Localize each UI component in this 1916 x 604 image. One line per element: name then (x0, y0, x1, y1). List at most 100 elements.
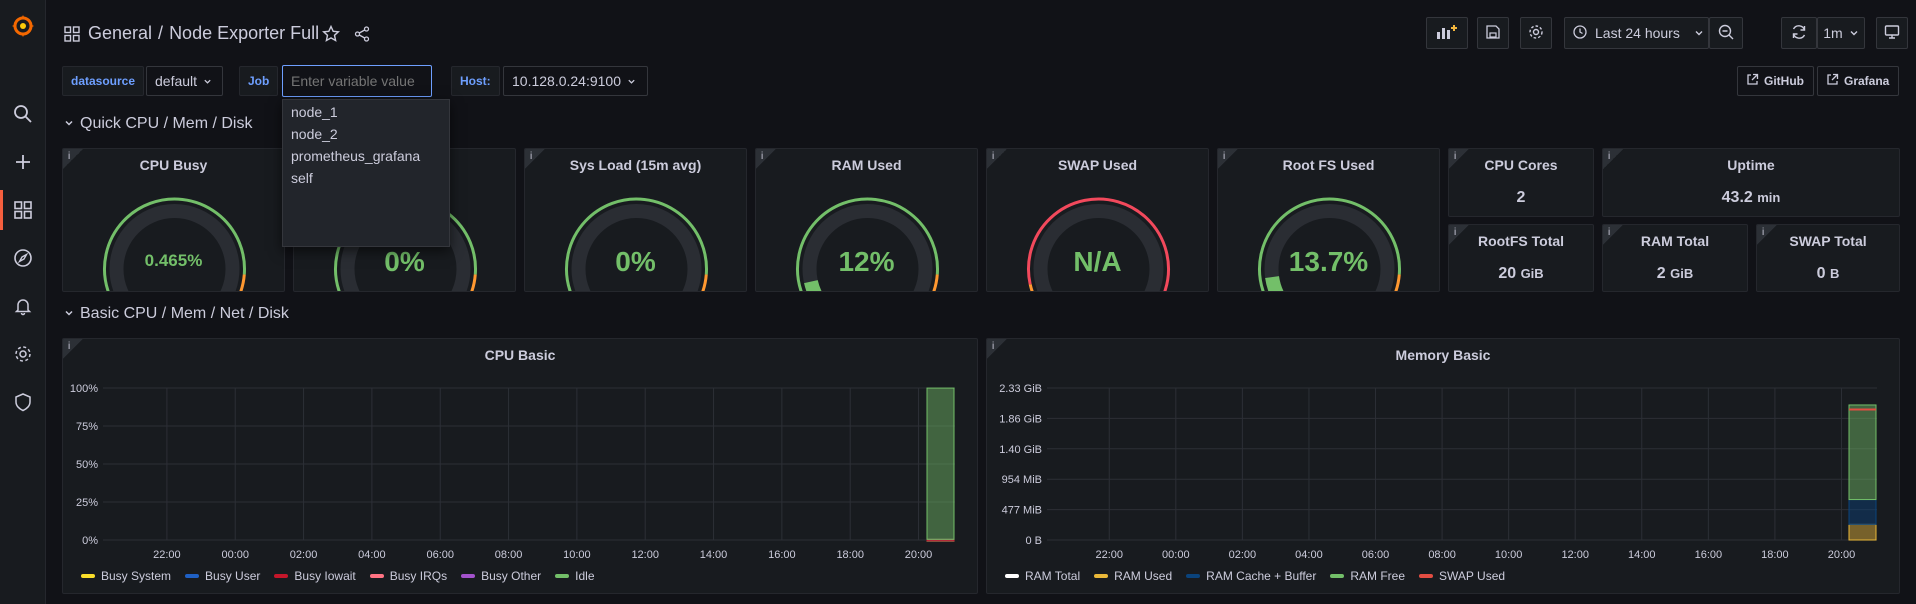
datasource-select[interactable]: default (146, 66, 223, 96)
stat-value: 2 GiB (1603, 265, 1747, 283)
legend-label: Busy IRQs (389, 569, 448, 583)
timeseries-panel-memory-basic[interactable]: i Memory Basic 2.33 GiB 1.86 GiB 1.40 GiB 9… (986, 338, 1900, 594)
alerting-bell-icon[interactable] (0, 286, 46, 326)
grafana-link[interactable]: Grafana (1817, 66, 1899, 96)
timeseries-panel-cpu-basic[interactable]: i CPU Basic 100% 75% 50% 25% 0% 22:00 00:00 02:… (62, 338, 978, 594)
gauge-panel[interactable]: i CPU Busy 0.465% (62, 148, 285, 292)
cpu-basic-chart: 100% 75% 50% 25% 0% 22:00 00:00 02:00 04:00 06:00… (70, 383, 955, 561)
refresh-button[interactable] (1781, 17, 1817, 49)
panel-title: CPU Cores (1484, 157, 1558, 173)
host-select-value: 10.128.0.24:9100 (512, 73, 621, 89)
legend-swatch (461, 574, 476, 578)
gauge-value: 0% (615, 246, 656, 277)
server-admin-shield-icon[interactable] (0, 382, 46, 422)
search-icon[interactable] (0, 94, 46, 134)
grafana-logo-icon[interactable] (0, 6, 46, 46)
refresh-interval-picker[interactable]: 1m (1817, 17, 1865, 49)
x-tick-label: 00:00 (221, 549, 249, 561)
stat-panel-ram-total[interactable]: i RAM Total 2 GiB (1602, 224, 1748, 292)
legend-swatch (1186, 574, 1201, 578)
x-tick-label: 18:00 (836, 549, 864, 561)
stat-panel-uptime[interactable]: i Uptime 43.2 min (1602, 148, 1900, 217)
configuration-gear-icon[interactable] (0, 334, 46, 374)
row-basic-cpu-mem-net-disk[interactable]: Basic CPU / Mem / Net / Disk (64, 305, 289, 323)
legend-item[interactable]: SWAP Used (1419, 569, 1505, 583)
dropdown-option[interactable]: node_2 (283, 122, 449, 144)
dashboard-settings-button[interactable] (1520, 17, 1552, 49)
dropdown-option[interactable]: node_1 (283, 100, 449, 122)
legend-item[interactable]: Busy System (81, 569, 171, 583)
zoom-out-icon (1718, 24, 1734, 43)
series-area (926, 387, 955, 540)
tv-mode-button[interactable] (1876, 17, 1908, 49)
dropdown-option[interactable]: self (283, 166, 449, 188)
legend-item[interactable]: RAM Total (1005, 569, 1080, 583)
series-area (1848, 499, 1877, 525)
grafana-link-label: Grafana (1844, 74, 1890, 88)
chevron-down-icon (627, 73, 636, 89)
stat-number: 2 (1516, 189, 1526, 206)
dashboards-grid-icon[interactable] (64, 26, 80, 47)
legend-label: Busy Other (481, 569, 542, 583)
star-icon[interactable] (321, 24, 341, 48)
legend-item[interactable]: RAM Cache + Buffer (1186, 569, 1316, 583)
stat-value: 2 (1449, 189, 1593, 207)
panel-title: Sys Load (15m avg) (569, 157, 702, 173)
legend-item[interactable]: RAM Free (1330, 569, 1405, 583)
job-variable-input[interactable] (282, 65, 432, 97)
variable-label-host: Host: (451, 66, 500, 96)
add-panel-button[interactable] (1426, 17, 1468, 49)
legend-item[interactable]: Busy IRQs (369, 569, 448, 583)
legend-item[interactable]: Busy Iowait (274, 569, 356, 583)
save-dashboard-button[interactable] (1477, 17, 1509, 49)
x-tick-label: 18:00 (1761, 549, 1789, 561)
save-icon (1486, 24, 1500, 42)
legend-label: RAM Total (1025, 569, 1081, 583)
legend-item[interactable]: RAM Used (1094, 569, 1172, 583)
panel-title: Uptime (1727, 157, 1775, 173)
chart-legend: RAM Total RAM Used RAM Cache + Buffer RAM F… (1005, 569, 1505, 583)
time-range-picker[interactable]: Last 24 hours (1564, 17, 1709, 49)
explore-compass-icon[interactable] (0, 238, 46, 278)
x-tick-label: 08:00 (1428, 549, 1456, 561)
stat-unit: GiB (1520, 266, 1544, 281)
dropdown-option[interactable]: prometheus_grafana (283, 144, 449, 166)
dashboards-grid-icon[interactable] (0, 190, 46, 230)
legend-swatch (185, 574, 200, 578)
gauge-panel[interactable]: i Sys Load (15m avg) 0% (524, 148, 747, 292)
create-plus-icon[interactable] (0, 142, 46, 182)
legend-label: RAM Used (1114, 569, 1173, 583)
dashboard-title[interactable]: Node Exporter Full (169, 23, 319, 44)
add-panel-icon (1436, 24, 1458, 43)
legend-item[interactable]: Busy User (185, 569, 260, 583)
gauge-panel[interactable]: i SWAP Used N/A (986, 148, 1209, 292)
stat-value: 0 B (1757, 265, 1899, 283)
x-tick-label: 04:00 (1295, 549, 1323, 561)
x-tick-label: 14:00 (1628, 549, 1656, 561)
x-tick-label: 10:00 (1495, 549, 1523, 561)
zoom-out-button[interactable] (1709, 17, 1743, 49)
host-select[interactable]: 10.128.0.24:9100 (503, 66, 648, 96)
x-tick-label: 14:00 (700, 549, 728, 561)
legend-item[interactable]: Idle (555, 569, 595, 583)
stat-panel-rootfs-total[interactable]: i RootFS Total 20 GiB (1448, 224, 1594, 292)
stat-panel-swap-total[interactable]: i SWAP Total 0 B (1756, 224, 1900, 292)
side-nav (0, 0, 46, 604)
share-icon[interactable] (354, 26, 370, 47)
row-quick-cpu-mem-disk[interactable]: Quick CPU / Mem / Disk (64, 115, 252, 133)
clock-icon (1573, 24, 1587, 42)
y-tick-label: 2.33 GiB (999, 383, 1042, 395)
gear-icon (1528, 24, 1544, 43)
x-tick-label: 08:00 (495, 549, 523, 561)
gauge-value: 0% (384, 246, 425, 277)
y-tick-label: 1.86 GiB (999, 413, 1042, 425)
github-link[interactable]: GitHub (1737, 66, 1814, 96)
stat-panel-cpu-cores[interactable]: i CPU Cores 2 (1448, 148, 1594, 217)
chevron-down-icon (1849, 25, 1859, 41)
legend-item[interactable]: Busy Other (461, 569, 541, 583)
panel-title: CPU Busy (139, 157, 208, 173)
gauge-panel[interactable]: i Root FS Used 13.7% (1217, 148, 1440, 292)
breadcrumb-folder[interactable]: General (88, 23, 152, 44)
stat-number: 43.2 (1721, 189, 1753, 206)
gauge-panel[interactable]: i RAM Used 12% (755, 148, 978, 292)
